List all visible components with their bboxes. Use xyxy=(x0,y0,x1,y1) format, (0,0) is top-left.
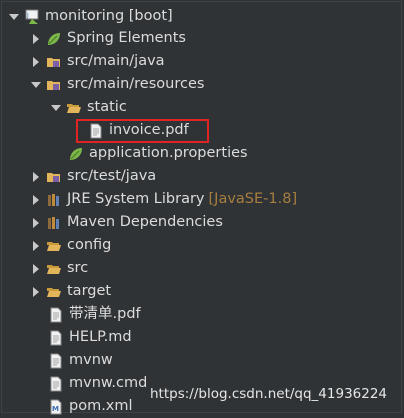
folder-icon xyxy=(46,284,62,300)
folder-icon xyxy=(46,238,62,254)
tree-item-target[interactable]: target xyxy=(30,280,111,303)
open-folder-icon xyxy=(66,100,82,116)
spring-leaf-icon xyxy=(68,146,84,162)
tree-item-label: HELP.md xyxy=(69,329,132,345)
collapse-arrow-icon[interactable] xyxy=(30,79,42,91)
source-folder-icon xyxy=(46,77,62,93)
tree-item-src-main-java[interactable]: src/main/java xyxy=(30,50,165,73)
maven-pom-icon: M xyxy=(48,399,64,415)
tree-item-label: target xyxy=(67,283,112,299)
project-explorer-tree: J monitoring [boot] Spring Elements src/… xyxy=(1,1,402,415)
collapse-arrow-icon[interactable] xyxy=(8,11,20,23)
collapse-arrow-icon[interactable] xyxy=(50,102,62,114)
tree-item-label: config xyxy=(67,237,112,253)
tree-item-src-main-resources[interactable]: src/main/resources xyxy=(30,73,204,96)
selection-highlight-box xyxy=(76,119,209,143)
tree-item-decoration: [JavaSE-1.8] xyxy=(208,191,298,207)
expand-arrow-icon[interactable] xyxy=(30,240,42,252)
tree-item-label: src/test/java xyxy=(67,168,157,184)
tree-item-jre-system-library[interactable]: JRE System Library [JavaSE-1.8] xyxy=(30,188,297,211)
file-icon xyxy=(48,353,64,369)
library-icon xyxy=(46,215,62,231)
spring-leaf-icon xyxy=(46,31,62,47)
source-folder-icon xyxy=(46,54,62,70)
boot-project-icon: J xyxy=(24,9,40,25)
tree-item-label: application.properties xyxy=(89,145,248,161)
tree-item-mvnw-cmd[interactable]: mvnw.cmd xyxy=(48,372,147,395)
source-folder-icon xyxy=(46,169,62,185)
tree-item-label: src/main/resources xyxy=(67,76,205,92)
folder-icon xyxy=(46,261,62,277)
expand-arrow-icon[interactable] xyxy=(30,33,42,45)
expand-arrow-icon[interactable] xyxy=(30,194,42,206)
tree-item-maven-dependencies[interactable]: Maven Dependencies xyxy=(30,211,223,234)
tree-item-src[interactable]: src xyxy=(30,257,88,280)
tree-item-application-properties[interactable]: application.properties xyxy=(68,142,248,165)
expand-arrow-icon[interactable] xyxy=(30,171,42,183)
expand-arrow-icon[interactable] xyxy=(30,56,42,68)
tree-item-label: Maven Dependencies xyxy=(67,214,223,230)
tree-item-label: src xyxy=(67,260,89,276)
tree-item-label: JRE System Library xyxy=(67,191,205,207)
tree-item-config[interactable]: config xyxy=(30,234,111,257)
tree-item-label: monitoring [boot] xyxy=(45,8,173,24)
tree-item-static[interactable]: static xyxy=(50,96,127,119)
tree-item-help-md[interactable]: HELP.md xyxy=(48,326,132,349)
tree-item-spring-elements[interactable]: Spring Elements xyxy=(30,27,186,50)
tree-item-pdf-file[interactable]: 带清单.pdf xyxy=(48,303,141,326)
svg-text:J: J xyxy=(26,12,29,19)
tree-item-label: mvnw.cmd xyxy=(69,375,148,391)
tree-item-label: src/main/java xyxy=(67,53,165,69)
tree-item-label: static xyxy=(87,99,127,115)
tree-item-label: mvnw xyxy=(69,352,113,368)
file-icon xyxy=(48,376,64,392)
tree-item-label: Spring Elements xyxy=(67,30,186,46)
svg-text:M: M xyxy=(52,405,59,413)
expand-arrow-icon[interactable] xyxy=(30,263,42,275)
file-icon xyxy=(48,307,64,323)
tree-item-project[interactable]: J monitoring [boot] xyxy=(8,5,173,28)
expand-arrow-icon[interactable] xyxy=(30,286,42,298)
tree-item-mvnw[interactable]: mvnw xyxy=(48,349,113,372)
tree-item-label: 带清单.pdf xyxy=(69,306,141,322)
tree-item-src-test-java[interactable]: src/test/java xyxy=(30,165,156,188)
expand-arrow-icon[interactable] xyxy=(30,217,42,229)
file-icon xyxy=(48,330,64,346)
watermark-text: https://blog.csdn.net/qq_41936224 xyxy=(150,386,388,402)
library-icon xyxy=(46,192,62,208)
